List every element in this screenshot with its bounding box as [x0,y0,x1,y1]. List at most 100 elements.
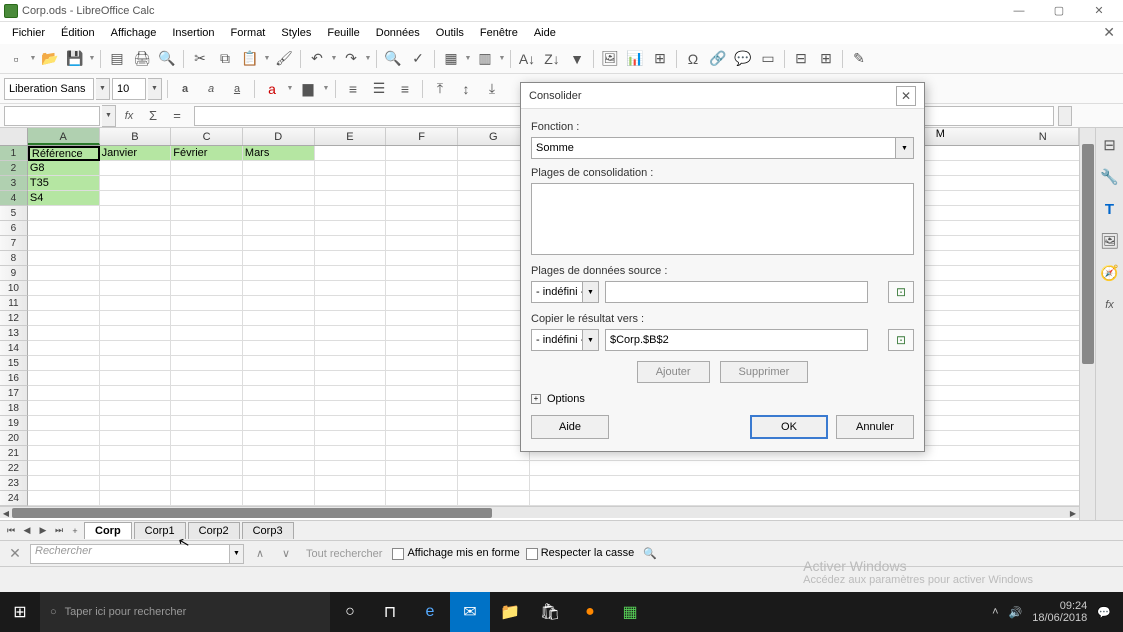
cell-B16[interactable] [100,371,172,386]
name-box[interactable] [4,106,100,126]
row-header-2[interactable]: 2 [0,161,28,176]
tray-up-icon[interactable]: ˄ [992,606,998,618]
save-icon[interactable]: 💾 [63,47,87,71]
cell-G19[interactable] [458,416,530,431]
find-dropdown[interactable]: ▼ [230,544,244,564]
col-header-N[interactable]: N [1007,128,1079,145]
cell-F19[interactable] [386,416,458,431]
maximize-button[interactable]: ▢ [1039,0,1079,22]
pdf-icon[interactable]: ▤ [105,47,129,71]
cell-B11[interactable] [100,296,172,311]
cell-E22[interactable] [315,461,387,476]
vertical-scrollbar[interactable] [1079,128,1095,520]
cell-A18[interactable] [28,401,100,416]
cell-D5[interactable] [243,206,315,221]
cell-G8[interactable] [458,251,530,266]
cell-C6[interactable] [171,221,243,236]
cell-E8[interactable] [315,251,387,266]
col-header-D[interactable]: D [243,128,315,145]
save-dropdown[interactable]: ▼ [88,47,96,71]
scroll-left-icon[interactable]: ◀ [0,507,12,519]
cell-G10[interactable] [458,281,530,296]
cell-F7[interactable] [386,236,458,251]
cell-A22[interactable] [28,461,100,476]
select-all-corner[interactable] [0,128,28,145]
cell-F6[interactable] [386,221,458,236]
delete-button[interactable]: Supprimer [720,361,809,383]
chk-formatted[interactable]: Affichage mis en forme [392,547,519,559]
row-header-24[interactable]: 24 [0,491,28,506]
ok-button[interactable]: OK [750,415,828,439]
source-range-combo[interactable]: - indéfini - ▼ [531,281,599,303]
cell-E6[interactable] [315,221,387,236]
vscroll-thumb[interactable] [1082,144,1094,364]
cell-F11[interactable] [386,296,458,311]
task-view-icon[interactable]: ⊓ [370,592,410,632]
cell-B14[interactable] [100,341,172,356]
cell-D11[interactable] [243,296,315,311]
cell-C19[interactable] [171,416,243,431]
menu-edit[interactable]: Édition [53,25,103,41]
cell-C15[interactable] [171,356,243,371]
cell-F16[interactable] [386,371,458,386]
cell-F17[interactable] [386,386,458,401]
source-range-input[interactable] [605,281,868,303]
split-icon[interactable]: ⊞ [814,47,838,71]
help-button[interactable]: Aide [531,415,609,439]
gallery-icon[interactable]: 🖼 [1099,230,1121,252]
sheet-tab-corp1[interactable]: Corp1 [134,522,186,539]
cell-D4[interactable] [243,191,315,206]
cell-F15[interactable] [386,356,458,371]
taskbar-search[interactable]: ○ Taper ici pour rechercher [40,592,330,632]
undo-icon[interactable]: ↶ [305,47,329,71]
cell-B2[interactable] [100,161,172,176]
cell-G16[interactable] [458,371,530,386]
print-icon[interactable]: 🖨 [130,47,154,71]
cell-B12[interactable] [100,311,172,326]
cell-A16[interactable] [28,371,100,386]
chevron-down-icon[interactable]: ▼ [895,138,913,158]
cell-B9[interactable] [100,266,172,281]
row-header-18[interactable]: 18 [0,401,28,416]
cell-G18[interactable] [458,401,530,416]
cell-B19[interactable] [100,416,172,431]
sheet-tab-corp2[interactable]: Corp2 [188,522,240,539]
font-size-dropdown[interactable]: ▼ [148,78,162,100]
preview-icon[interactable]: 🔍 [155,47,179,71]
cell-E20[interactable] [315,431,387,446]
row-header-16[interactable]: 16 [0,371,28,386]
cell-D16[interactable] [243,371,315,386]
close-button[interactable]: ✕ [1079,0,1119,22]
font-name-dropdown[interactable]: ▼ [96,78,110,100]
cell-A14[interactable] [28,341,100,356]
scroll-right-icon[interactable]: ▶ [1067,507,1079,519]
cell-E4[interactable] [315,191,387,206]
cell-C18[interactable] [171,401,243,416]
cell-D13[interactable] [243,326,315,341]
tray-network-icon[interactable]: 🔊 [1009,606,1023,619]
cell-G12[interactable] [458,311,530,326]
chk-case[interactable]: Respecter la casse [526,547,635,559]
align-right-icon[interactable]: ≡ [393,77,417,101]
cell-G24[interactable] [458,491,530,506]
cell-G3[interactable] [458,176,530,191]
cell-B21[interactable] [100,446,172,461]
cell-B8[interactable] [100,251,172,266]
cell-G9[interactable] [458,266,530,281]
cell-F23[interactable] [386,476,458,491]
undo-dropdown[interactable]: ▼ [330,47,338,71]
image-icon[interactable]: 🖼 [598,47,622,71]
sheet-tab-corp3[interactable]: Corp3 [242,522,294,539]
valign-top-icon[interactable]: ⤒ [428,77,452,101]
row-header-1[interactable]: 1 [0,146,28,161]
cell-E9[interactable] [315,266,387,281]
name-box-dropdown[interactable]: ▼ [102,105,116,127]
shrink-dest-button[interactable]: ⊡ [888,329,914,351]
hscroll-thumb[interactable] [12,508,492,518]
cell-D8[interactable] [243,251,315,266]
align-left-icon[interactable]: ≡ [341,77,365,101]
cell-G2[interactable] [458,161,530,176]
cell-D7[interactable] [243,236,315,251]
cell-A20[interactable] [28,431,100,446]
row-header-5[interactable]: 5 [0,206,28,221]
